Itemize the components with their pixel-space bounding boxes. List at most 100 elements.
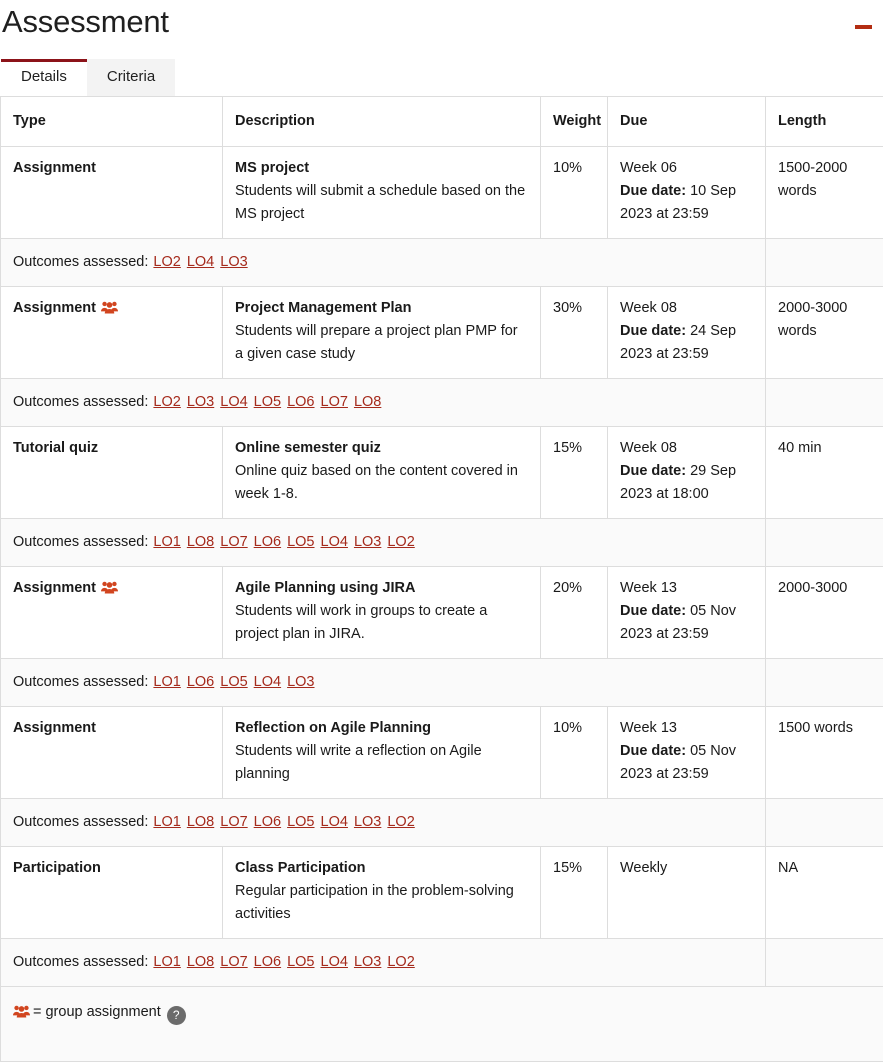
cell-type: Participation (1, 847, 223, 939)
column-header-due: Due (608, 97, 766, 147)
outcomes-cell: Outcomes assessed: LO1 LO8 LO7 LO6 LO5 LO4 LO3 L… (1, 939, 766, 987)
outcome-link-lo3[interactable]: LO3 (354, 954, 381, 970)
outcome-link-lo5[interactable]: LO5 (287, 534, 314, 550)
due-week: Weekly (620, 857, 753, 880)
outcome-link-lo7[interactable]: LO7 (321, 394, 348, 410)
page-header: Assessment (0, 0, 883, 52)
table-row: AssignmentReflection on Agile PlanningSt… (1, 707, 883, 799)
outcome-link-lo2[interactable]: LO2 (153, 254, 180, 270)
outcome-link-lo4[interactable]: LO4 (321, 534, 348, 550)
outcome-link-lo2[interactable]: LO2 (387, 814, 414, 830)
group-users-icon (101, 299, 118, 313)
outcome-link-lo2[interactable]: LO2 (387, 534, 414, 550)
outcome-link-lo5[interactable]: LO5 (287, 954, 314, 970)
outcome-link-lo1[interactable]: LO1 (153, 534, 180, 550)
tab-details[interactable]: Details (1, 59, 87, 96)
table-row: Tutorial quizOnline semester quizOnline … (1, 427, 883, 519)
tab-criteria[interactable]: Criteria (87, 59, 175, 96)
cell-weight: 15% (541, 427, 608, 519)
due-week: Week 08 (620, 437, 753, 460)
outcomes-empty-cell (766, 799, 883, 847)
due-date-label: Due date: (620, 743, 686, 759)
due-date: Due date: 10 Sep 2023 at 23:59 (620, 180, 753, 226)
due-date-label: Due date: (620, 323, 686, 339)
cell-description: Agile Planning using JIRAStudents will w… (223, 567, 541, 659)
due-date: Due date: 05 Nov 2023 at 23:59 (620, 600, 753, 646)
collapse-minus-button[interactable] (849, 8, 877, 34)
description-title: Agile Planning using JIRA (235, 577, 528, 600)
cell-description: Online semester quizOnline quiz based on… (223, 427, 541, 519)
group-users-icon (13, 1003, 30, 1017)
outcome-link-lo5[interactable]: LO5 (220, 674, 247, 690)
outcomes-empty-cell (766, 379, 883, 427)
outcome-link-lo8[interactable]: LO8 (187, 814, 214, 830)
outcome-link-lo8[interactable]: LO8 (354, 394, 381, 410)
cell-length: 2000-3000 (766, 567, 883, 659)
outcome-link-lo4[interactable]: LO4 (220, 394, 247, 410)
assessment-type-label: Participation (13, 860, 101, 876)
outcome-link-lo6[interactable]: LO6 (254, 954, 281, 970)
assessment-type-label: Assignment (13, 300, 96, 316)
outcome-link-lo2[interactable]: LO2 (387, 954, 414, 970)
outcomes-label: Outcomes assessed: (13, 954, 148, 970)
outcome-link-lo5[interactable]: LO5 (254, 394, 281, 410)
outcome-link-lo4[interactable]: LO4 (321, 814, 348, 830)
outcome-link-lo7[interactable]: LO7 (220, 814, 247, 830)
outcomes-empty-cell (766, 519, 883, 567)
outcomes-row: Outcomes assessed:LO2LO3LO4LO5LO6LO7LO8 (1, 379, 883, 427)
cell-type: Tutorial quiz (1, 427, 223, 519)
cell-due: Week 06Due date: 10 Sep 2023 at 23:59 (608, 147, 766, 239)
outcome-link-lo3[interactable]: LO3 (220, 254, 247, 270)
column-header-description: Description (223, 97, 541, 147)
outcome-link-lo4[interactable]: LO4 (187, 254, 214, 270)
outcome-link-lo3[interactable]: LO3 (187, 394, 214, 410)
outcome-link-lo7[interactable]: LO7 (220, 954, 247, 970)
outcome-link-lo1[interactable]: LO1 (153, 814, 180, 830)
outcome-link-lo8[interactable]: LO8 (187, 954, 214, 970)
due-week: Week 13 (620, 717, 753, 740)
cell-due: Week 13Due date: 05 Nov 2023 at 23:59 (608, 707, 766, 799)
column-header-weight: Weight (541, 97, 608, 147)
outcome-link-lo2[interactable]: LO2 (153, 394, 180, 410)
page-title: Assessment (0, 0, 883, 44)
due-date-label: Due date: (620, 183, 686, 199)
cell-type: Assignment (1, 147, 223, 239)
assessment-table: Type Description Weight Due Length Assig… (0, 96, 883, 1062)
cell-weight: 10% (541, 707, 608, 799)
outcome-link-lo6[interactable]: LO6 (187, 674, 214, 690)
outcome-link-lo6[interactable]: LO6 (287, 394, 314, 410)
outcome-link-lo3[interactable]: LO3 (287, 674, 314, 690)
cell-weight: 15% (541, 847, 608, 939)
due-week: Week 13 (620, 577, 753, 600)
cell-weight: 10% (541, 147, 608, 239)
outcomes-empty-cell (766, 939, 883, 987)
outcome-link-lo6[interactable]: LO6 (254, 534, 281, 550)
cell-due: Week 08Due date: 29 Sep 2023 at 18:00 (608, 427, 766, 519)
outcome-link-lo1[interactable]: LO1 (153, 954, 180, 970)
table-row: AssignmentAgile Planning using JIRAStude… (1, 567, 883, 659)
description-title: Reflection on Agile Planning (235, 717, 528, 740)
legend-text: = group assignment (33, 1004, 161, 1020)
cell-length: 1500 words (766, 707, 883, 799)
cell-length: NA (766, 847, 883, 939)
help-question-icon[interactable]: ? (167, 1006, 186, 1025)
minus-icon (855, 25, 872, 29)
outcome-link-lo8[interactable]: LO8 (187, 534, 214, 550)
cell-type: Assignment (1, 567, 223, 659)
description-body: Students will prepare a project plan PMP… (235, 320, 528, 366)
outcomes-cell: Outcomes assessed:LO1LO6LO5LO4LO3 (1, 659, 766, 707)
outcomes-row: Outcomes assessed: LO1 LO8 LO7 LO6 LO5 LO4 LO3 L… (1, 939, 883, 987)
outcomes-label: Outcomes assessed: (13, 254, 148, 270)
description-body: Students will submit a schedule based on… (235, 180, 528, 226)
outcome-link-lo1[interactable]: LO1 (153, 674, 180, 690)
cell-length: 40 min (766, 427, 883, 519)
description-title: Online semester quiz (235, 437, 528, 460)
outcome-link-lo6[interactable]: LO6 (254, 814, 281, 830)
outcome-link-lo7[interactable]: LO7 (220, 534, 247, 550)
outcome-link-lo4[interactable]: LO4 (321, 954, 348, 970)
outcome-link-lo3[interactable]: LO3 (354, 814, 381, 830)
outcome-link-lo3[interactable]: LO3 (354, 534, 381, 550)
outcome-link-lo5[interactable]: LO5 (287, 814, 314, 830)
assessment-type-label: Assignment (13, 720, 96, 736)
outcome-link-lo4[interactable]: LO4 (254, 674, 281, 690)
